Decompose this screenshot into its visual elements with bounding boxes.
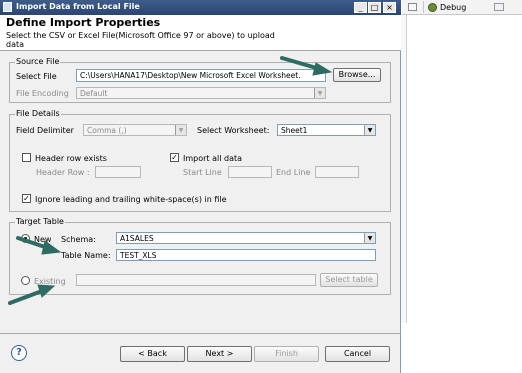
arrow-to-browse [280, 56, 333, 76]
annotation-arrows [8, 56, 333, 305]
arrow-to-schema [16, 236, 62, 255]
arrow-to-existing [8, 284, 56, 305]
